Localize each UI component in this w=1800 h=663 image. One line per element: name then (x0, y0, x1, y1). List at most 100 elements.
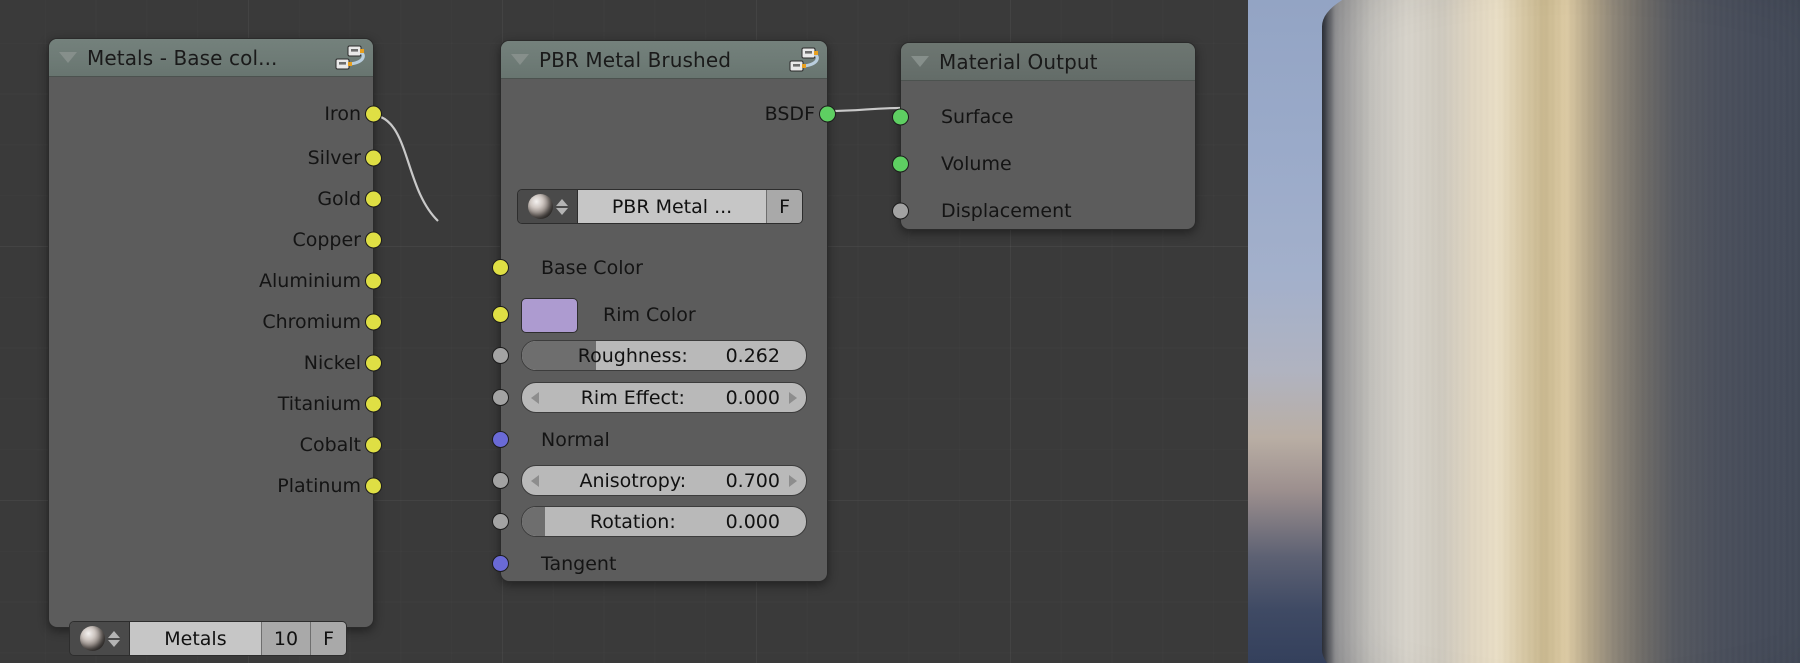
anisotropy-field[interactable]: Anisotropy: 0.700 (521, 465, 807, 496)
rim-effect-field[interactable]: Rim Effect: 0.000 (521, 382, 807, 413)
output-socket-chromium[interactable] (365, 313, 382, 330)
node-body: BSDF PBR Metal ... F Base Color Rim Colo… (492, 79, 836, 575)
brushed-metal-cylinder (1322, 0, 1800, 663)
shader-node-editor-canvas[interactable]: Metals - Base col... Iron Silver Gold Co… (0, 0, 1248, 663)
input-socket-tangent[interactable] (492, 555, 509, 572)
output-socket-platinum[interactable] (365, 477, 382, 494)
node-output-row: Cobalt (49, 424, 382, 465)
blender-window: Metals - Base col... Iron Silver Gold Co… (0, 0, 1800, 663)
datablock-user-count[interactable]: 10 (260, 622, 311, 655)
datablock-fake-user-button[interactable]: F (766, 190, 802, 223)
node-body: Surface Volume Displacement (892, 81, 1195, 236)
collapse-triangle-icon[interactable] (59, 52, 77, 63)
input-socket-normal[interactable] (492, 431, 509, 448)
node-output-row: Copper (49, 219, 382, 260)
decrement-arrow-icon[interactable] (531, 474, 539, 487)
input-socket-roughness[interactable] (492, 347, 509, 364)
rim-color-swatch[interactable] (521, 298, 578, 333)
datablock-browse-button[interactable] (70, 622, 130, 655)
input-label-base-color: Base Color (541, 257, 643, 279)
node-output-row: Nickel (49, 342, 382, 383)
material-ball-icon (79, 626, 105, 651)
input-socket-rotation[interactable] (492, 513, 509, 530)
decrement-arrow-icon[interactable] (531, 391, 539, 404)
output-socket-iron[interactable] (365, 105, 382, 123)
node-input-row: Displacement (892, 187, 1195, 234)
slider-value: 0.262 (725, 344, 780, 367)
increment-arrow-icon[interactable] (789, 391, 797, 404)
field-label: Rim Effect: (580, 386, 685, 409)
slider-value: 0.000 (725, 510, 780, 533)
input-label-normal: Normal (541, 429, 610, 451)
node-output-row: Iron (49, 91, 382, 137)
node-body: Iron Silver Gold Copper Aluminium Chromi… (49, 77, 382, 656)
output-socket-silver[interactable] (365, 149, 382, 166)
datablock-selector-pbr-metal[interactable]: PBR Metal ... F (517, 189, 803, 224)
increment-arrow-icon[interactable] (789, 474, 797, 487)
3d-viewport[interactable] (1248, 0, 1800, 663)
node-output-row: Gold (49, 178, 382, 219)
collapse-triangle-icon[interactable] (511, 54, 529, 65)
socket-label: BSDF (764, 103, 815, 125)
socket-label: Titanium (277, 392, 361, 415)
input-socket-rim-effect[interactable] (492, 389, 509, 406)
datablock-selector-metals[interactable]: Metals 10 F (69, 621, 347, 656)
node-material-output[interactable]: Material Output Surface Volume Displacem… (892, 42, 1196, 230)
link-bsdf-to-surface (827, 106, 901, 113)
browse-updown-icon[interactable] (555, 198, 568, 215)
node-output-row: Platinum (49, 465, 382, 506)
input-socket-volume[interactable] (892, 155, 909, 172)
input-socket-surface[interactable] (892, 108, 909, 125)
input-label-surface: Surface (941, 105, 1014, 128)
node-metals-base-color-group[interactable]: Metals - Base col... Iron Silver Gold Co… (48, 38, 382, 656)
datablock-browse-button[interactable] (518, 190, 578, 223)
slider-label: Roughness: (577, 344, 688, 367)
browse-updown-icon[interactable] (107, 630, 120, 647)
input-socket-rim-color[interactable] (492, 306, 509, 323)
output-socket-titanium[interactable] (365, 395, 382, 412)
output-socket-copper[interactable] (365, 231, 382, 248)
output-socket-bsdf[interactable] (819, 105, 836, 123)
rotation-slider[interactable]: Rotation: 0.000 (521, 506, 807, 537)
node-group-icon (335, 45, 365, 70)
field-label: Anisotropy: (579, 469, 687, 492)
output-socket-aluminium[interactable] (365, 272, 382, 289)
node-title: Metals - Base col... (87, 45, 278, 70)
roughness-slider[interactable]: Roughness: 0.262 (521, 340, 807, 371)
output-socket-gold[interactable] (365, 190, 382, 207)
input-socket-base-color[interactable] (492, 259, 509, 276)
collapse-triangle-icon[interactable] (911, 56, 929, 67)
slider-label: Rotation: (589, 510, 676, 533)
node-output-row: Aluminium (49, 260, 382, 301)
node-input-row: Volume (892, 140, 1195, 187)
node-header[interactable]: Material Output (901, 43, 1195, 81)
node-output-row: Silver (49, 137, 382, 178)
node-title: PBR Metal Brushed (539, 47, 732, 72)
node-output-row: Chromium (49, 301, 382, 342)
node-header[interactable]: Metals - Base col... (49, 39, 373, 77)
socket-label: Silver (307, 146, 361, 169)
socket-label: Cobalt (299, 433, 361, 456)
output-socket-cobalt[interactable] (365, 436, 382, 453)
node-group-icon (789, 47, 819, 72)
node-output-row: Titanium (49, 383, 382, 424)
input-label-rim-color: Rim Color (603, 304, 696, 326)
node-header[interactable]: PBR Metal Brushed (501, 41, 827, 79)
socket-label: Chromium (262, 310, 361, 333)
link-iron-to-basecolor (373, 113, 439, 222)
node-output-row-bsdf: BSDF (501, 91, 836, 137)
input-socket-anisotropy[interactable] (492, 472, 509, 489)
material-ball-icon (527, 194, 553, 219)
datablock-fake-user-button[interactable]: F (310, 622, 346, 655)
socket-label: Gold (317, 187, 361, 210)
datablock-name-field[interactable]: PBR Metal ... (578, 190, 767, 223)
datablock-name-field[interactable]: Metals (130, 622, 261, 655)
node-title: Material Output (939, 49, 1098, 74)
input-label-displacement: Displacement (941, 199, 1072, 222)
input-label-volume: Volume (941, 152, 1012, 175)
socket-label: Aluminium (259, 269, 361, 292)
node-pbr-metal-brushed[interactable]: PBR Metal Brushed BSDF PBR Metal ... F B… (492, 40, 836, 582)
input-socket-displacement[interactable] (892, 202, 909, 219)
output-socket-nickel[interactable] (365, 354, 382, 371)
socket-label: Nickel (303, 351, 361, 374)
